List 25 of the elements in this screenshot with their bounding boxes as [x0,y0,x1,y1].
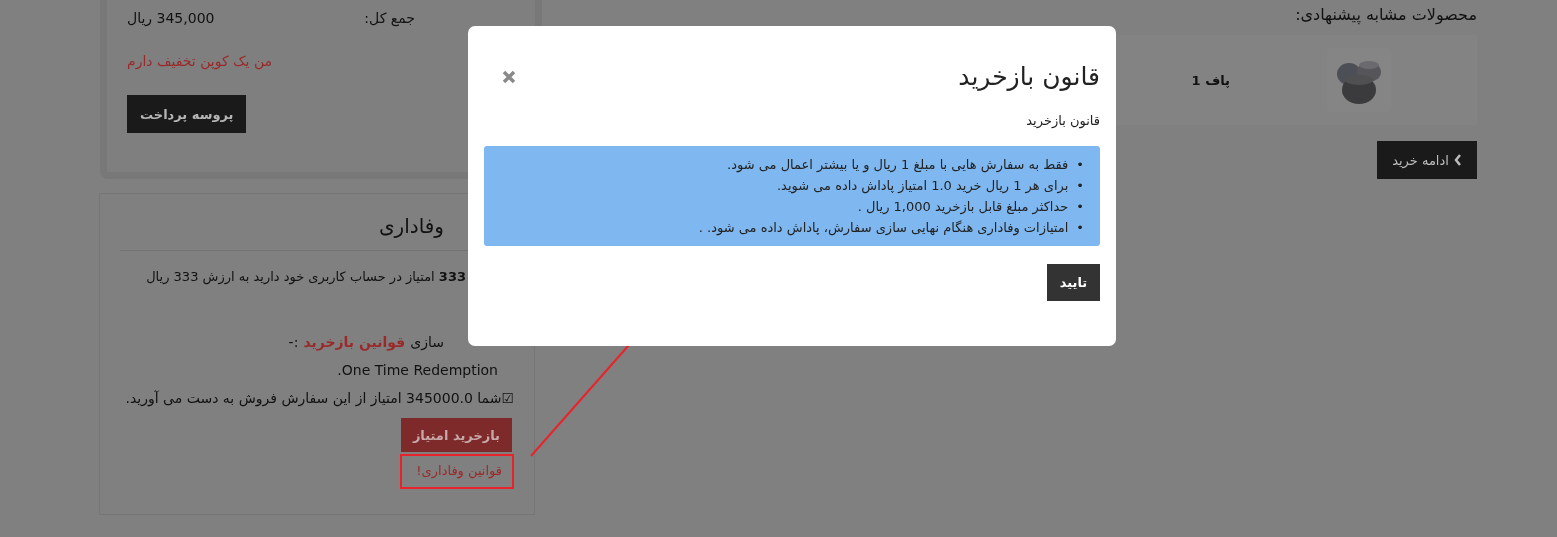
confirm-button[interactable]: تایید [1047,264,1100,301]
rules-suffix: :- [288,334,299,350]
modal-subtitle: قانون بازخرید [1025,113,1100,128]
rule-item: حداکثر مبلغ قابل بازخرید 1,000 ریال . [857,198,1069,217]
rule-item: فقط به سفارش هایی با مبلغ 1 ریال و یا بیشتر اعمال می شود. [727,156,1069,175]
redeem-points-button[interactable]: بازخرید امتیاز [400,418,512,452]
rule-item: امتیازات وفاداری هنگام نهایی سازی سفارش، پاداش داده می شود. . [698,219,1069,238]
card-title: وفاداری [377,214,445,238]
rules-prefix: سازی [410,334,444,350]
section-title: محصولات مشابه پیشنهادی: [1294,5,1477,27]
checkout-button[interactable]: پروسه پرداخت [127,95,247,133]
close-icon[interactable] [502,69,516,84]
total-label: جمع کل: [364,10,415,26]
bullet: • [1076,177,1084,195]
product-name[interactable]: پاف 1 [1191,72,1230,88]
bullet: • [1076,198,1084,216]
bullet: • [1076,219,1084,237]
earn-text: ☑شما 345000.0 امتیاز از این سفارش فروش به دست می آورید. [124,390,514,406]
chevron-icon [1453,154,1462,166]
modal-title: قانون بازخرید [958,62,1100,91]
continue-shopping-button[interactable]: ادامه خرید [1377,141,1477,179]
bullet: • [1076,156,1084,174]
redemption-note: One Time Redemption. [336,362,499,378]
rule-item: برای هر 1 ریال خرید 1.0 امتیاز پاداش داده می شوید. [776,177,1069,196]
total-value: 345,000 ریال [127,10,215,26]
